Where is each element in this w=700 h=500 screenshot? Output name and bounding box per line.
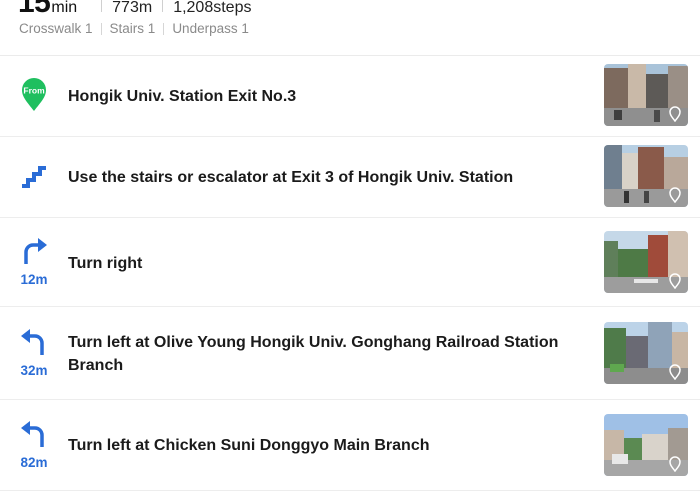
step-distance: 12m	[20, 272, 48, 287]
from-badge-label: From	[23, 86, 45, 96]
step-street-view-thumbnail[interactable]	[604, 64, 688, 126]
from-pin-icon: From	[14, 77, 54, 118]
turn-right-icon: 12m	[14, 234, 54, 287]
location-pin-icon	[669, 187, 681, 203]
divider	[101, 0, 103, 12]
total-time-unit: min	[51, 0, 78, 16]
step-instruction: Turn left at Olive Young Hongik Univ. Go…	[68, 334, 559, 374]
facility-underpass: Underpass 1	[172, 21, 249, 36]
turn-left-icon: 32m	[14, 325, 54, 378]
divider	[163, 22, 165, 35]
location-pin-icon	[669, 456, 681, 472]
route-step[interactable]: Use the stairs or escalator at Exit 3 of…	[0, 137, 700, 218]
total-steps: 1,208steps	[173, 0, 252, 16]
step-distance: 32m	[20, 363, 48, 378]
step-street-view-thumbnail[interactable]	[604, 231, 688, 293]
step-instruction: Use the stairs or escalator at Exit 3 of…	[68, 169, 514, 186]
step-instruction: Turn left at Chicken Suni Donggyo Main B…	[68, 437, 430, 454]
route-summary: 15 min 773m 1,208steps Crosswalk 1 Stair…	[0, 0, 700, 56]
location-pin-icon	[669, 273, 681, 289]
step-instruction: Turn right	[68, 255, 143, 272]
route-step[interactable]: 82m Turn left at Chicken Suni Donggyo Ma…	[0, 400, 700, 491]
total-time-value: 15	[18, 0, 51, 19]
total-distance: 773m	[112, 0, 153, 16]
facility-crosswalk: Crosswalk 1	[19, 21, 93, 36]
route-step-start[interactable]: From Hongik Univ. Station Exit No.3	[0, 56, 700, 137]
step-street-view-thumbnail[interactable]	[604, 322, 688, 384]
step-distance: 82m	[20, 455, 48, 470]
turn-left-icon: 82m	[14, 417, 54, 470]
divider	[162, 0, 164, 12]
location-pin-icon	[669, 364, 681, 380]
step-street-view-thumbnail[interactable]	[604, 145, 688, 207]
route-summary-stats: 15 min 773m 1,208steps	[18, 0, 251, 19]
divider	[100, 22, 102, 35]
step-street-view-thumbnail[interactable]	[604, 414, 688, 476]
facility-counts: Crosswalk 1 Stairs 1 Underpass 1	[19, 21, 249, 36]
step-instruction: Hongik Univ. Station Exit No.3	[68, 88, 297, 105]
facility-stairs: Stairs 1	[109, 21, 156, 36]
route-step[interactable]: 32m Turn left at Olive Young Hongik Univ…	[0, 307, 700, 400]
route-step[interactable]: 12m Turn right	[0, 218, 700, 307]
location-pin-icon	[669, 106, 681, 122]
stairs-icon	[14, 164, 54, 195]
